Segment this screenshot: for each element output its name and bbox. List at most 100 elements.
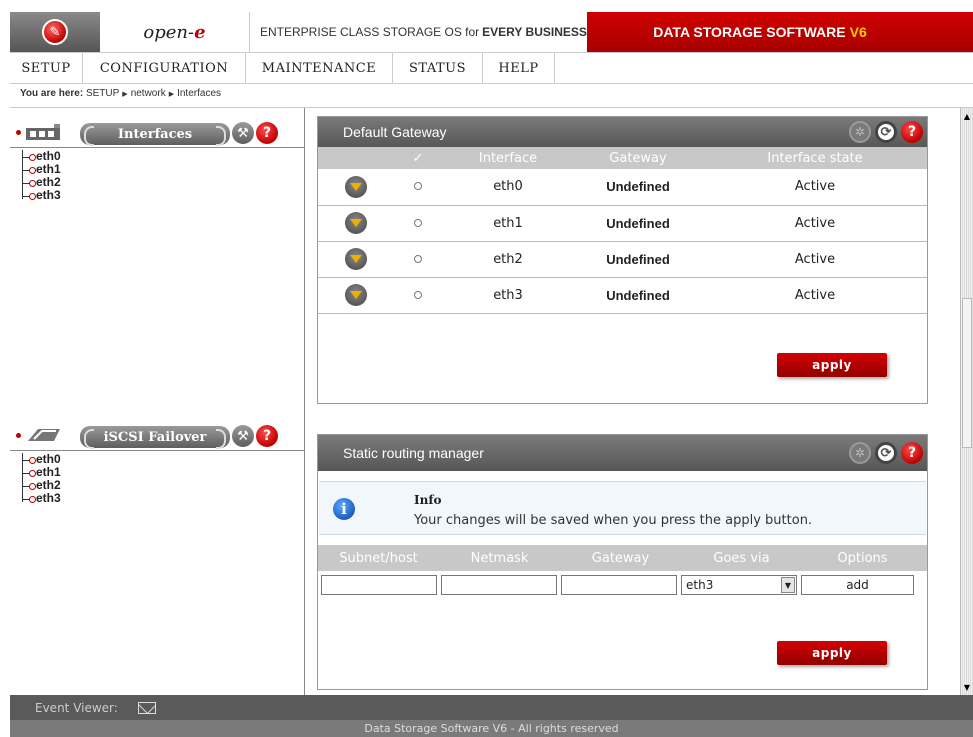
breadcrumb-item-setup[interactable]: SETUP bbox=[86, 88, 119, 99]
help-icon[interactable]: ? bbox=[901, 121, 923, 143]
col-goes-via: Goes via bbox=[713, 550, 770, 566]
help-icon[interactable]: ? bbox=[256, 122, 278, 144]
logo-icon: ✎ bbox=[42, 19, 68, 45]
scroll-thumb[interactable] bbox=[962, 298, 972, 448]
tree-item-eth0[interactable]: eth0 bbox=[22, 453, 304, 466]
static-routing-title: Static routing manager ✲ ⟳ ? bbox=[318, 435, 927, 471]
refresh-icon[interactable]: ⟳ bbox=[875, 442, 897, 464]
help-icon[interactable]: ? bbox=[901, 442, 923, 464]
gateway-input[interactable] bbox=[561, 575, 677, 595]
netmask-input[interactable] bbox=[441, 575, 557, 595]
route-table-header: Subnet/host Netmask Gateway Goes via Opt… bbox=[318, 545, 927, 571]
breadcrumb-item-network[interactable]: network bbox=[131, 88, 166, 99]
slogan-prefix: ENTERPRISE CLASS STORAGE OS for bbox=[260, 25, 480, 39]
brand-suffix: e bbox=[194, 21, 206, 43]
table-row: eth2 Undefined Active bbox=[318, 241, 927, 278]
scroll-down-icon[interactable]: ▼ bbox=[961, 681, 973, 693]
menu-setup[interactable]: SETUP bbox=[10, 53, 83, 83]
expand-arrow-icon[interactable] bbox=[344, 212, 367, 234]
default-gateway-box: Default Gateway ✲ ⟳ ? ✓ Interface Gatewa… bbox=[317, 116, 928, 404]
tree-item-eth2[interactable]: eth2 bbox=[22, 176, 304, 189]
row-expand-cell bbox=[318, 277, 393, 314]
menu-maintenance[interactable]: MAINTENANCE bbox=[246, 53, 393, 83]
refresh-icon[interactable]: ⟳ bbox=[875, 121, 897, 143]
gear-icon[interactable]: ✲ bbox=[849, 121, 871, 143]
row-interface: eth1 bbox=[443, 205, 573, 242]
tree-item-eth0[interactable]: eth0 bbox=[22, 150, 304, 163]
network-card-icon bbox=[26, 124, 60, 140]
row-expand-cell bbox=[318, 169, 393, 206]
gear-icon[interactable]: ✲ bbox=[849, 442, 871, 464]
subnet-host-input[interactable] bbox=[321, 575, 437, 595]
main-menu: SETUP CONFIGURATION MAINTENANCE STATUS H… bbox=[10, 52, 973, 84]
breadcrumb-item-interfaces[interactable]: Interfaces bbox=[177, 88, 221, 99]
col-netmask: Netmask bbox=[470, 550, 529, 566]
breadcrumb-label: You are here: bbox=[20, 88, 84, 99]
gateway-table: ✓ Interface Gateway Interface state eth0… bbox=[318, 147, 927, 314]
header-divider bbox=[10, 450, 304, 451]
logo-area[interactable]: ✎ bbox=[10, 12, 100, 52]
product-banner: DATA STORAGE SOFTWARE V6 bbox=[587, 12, 973, 52]
header-divider bbox=[10, 147, 304, 148]
row-radio-cell bbox=[393, 169, 443, 206]
vertical-scrollbar[interactable]: ▲ ▼ bbox=[960, 108, 973, 695]
row-state: Active bbox=[703, 169, 927, 206]
routing-apply-button[interactable]: apply bbox=[777, 641, 887, 665]
info-icon: i bbox=[333, 498, 355, 520]
event-viewer-label: Event Viewer: bbox=[35, 700, 118, 715]
gateway-apply-button[interactable]: apply bbox=[777, 353, 887, 377]
menu-configuration[interactable]: CONFIGURATION bbox=[83, 53, 246, 83]
col-spacer bbox=[318, 147, 393, 169]
row-state: Active bbox=[703, 241, 927, 278]
failover-tree: eth0 eth1 eth2 eth3 bbox=[10, 453, 304, 505]
tree-item-eth1[interactable]: eth1 bbox=[22, 466, 304, 479]
interfaces-tab[interactable]: Interfaces bbox=[80, 123, 230, 146]
menu-help[interactable]: HELP bbox=[483, 53, 555, 83]
expand-arrow-icon[interactable] bbox=[344, 284, 367, 306]
mail-icon[interactable] bbox=[137, 701, 156, 714]
failover-section: iSCSI Failover ⚒ ? eth0 eth1 eth2 eth3 bbox=[10, 411, 304, 505]
menu-status[interactable]: STATUS bbox=[393, 53, 483, 83]
app-window: ✎ open-e ENTERPRISE CLASS STORAGE OS for… bbox=[0, 0, 973, 737]
help-icon[interactable]: ? bbox=[256, 425, 278, 447]
gateway-radio[interactable] bbox=[414, 254, 422, 263]
tree-item-eth1[interactable]: eth1 bbox=[22, 163, 304, 176]
scroll-up-icon[interactable]: ▲ bbox=[961, 110, 973, 122]
tree-item-eth3[interactable]: eth3 bbox=[22, 492, 304, 505]
interfaces-tree: eth0 eth1 eth2 eth3 bbox=[10, 150, 304, 202]
gateway-radio[interactable] bbox=[414, 218, 422, 227]
failover-icon bbox=[28, 429, 60, 441]
col-interface: Interface bbox=[443, 147, 573, 169]
slogan-bold: EVERY BUSINESS bbox=[482, 25, 587, 39]
failover-tools: ⚒ ? bbox=[232, 425, 278, 447]
expand-arrow-icon[interactable] bbox=[344, 248, 367, 270]
static-routing-box: Static routing manager ✲ ⟳ ? i Info Your… bbox=[317, 434, 928, 690]
interfaces-header: Interfaces ⚒ ? bbox=[10, 108, 304, 148]
wrench-icon[interactable]: ⚒ bbox=[232, 122, 254, 144]
info-title: Info bbox=[414, 493, 442, 507]
slogan: ENTERPRISE CLASS STORAGE OS for EVERY BU… bbox=[250, 12, 587, 52]
breadcrumb: You are here: SETUP ▶ network ▶ Interfaces bbox=[20, 88, 221, 106]
row-radio-cell bbox=[393, 205, 443, 242]
product-name: DATA STORAGE SOFTWARE bbox=[653, 24, 846, 40]
gateway-radio[interactable] bbox=[414, 182, 422, 191]
event-viewer-bar: Event Viewer: bbox=[10, 695, 973, 720]
wrench-icon[interactable]: ⚒ bbox=[232, 425, 254, 447]
interfaces-section: Interfaces ⚒ ? eth0 eth1 eth2 eth3 bbox=[10, 108, 304, 202]
box-tools: ✲ ⟳ ? bbox=[849, 442, 923, 464]
tree-item-eth3[interactable]: eth3 bbox=[22, 189, 304, 202]
row-radio-cell bbox=[393, 277, 443, 314]
gateway-radio[interactable] bbox=[414, 290, 422, 299]
table-row: eth3 Undefined Active bbox=[318, 277, 927, 314]
status-dot-icon bbox=[16, 433, 21, 438]
goes-via-select[interactable]: eth3 ▼ bbox=[681, 575, 797, 595]
tree-item-eth2[interactable]: eth2 bbox=[22, 479, 304, 492]
expand-arrow-icon[interactable] bbox=[344, 175, 367, 198]
brand-logo: open-e bbox=[100, 12, 250, 52]
failover-header: iSCSI Failover ⚒ ? bbox=[10, 411, 304, 451]
chevron-down-icon[interactable]: ▼ bbox=[781, 577, 795, 593]
row-interface: eth0 bbox=[443, 169, 573, 206]
box-tools: ✲ ⟳ ? bbox=[849, 121, 923, 143]
add-route-button[interactable]: add bbox=[801, 575, 914, 595]
failover-tab[interactable]: iSCSI Failover bbox=[80, 426, 230, 449]
